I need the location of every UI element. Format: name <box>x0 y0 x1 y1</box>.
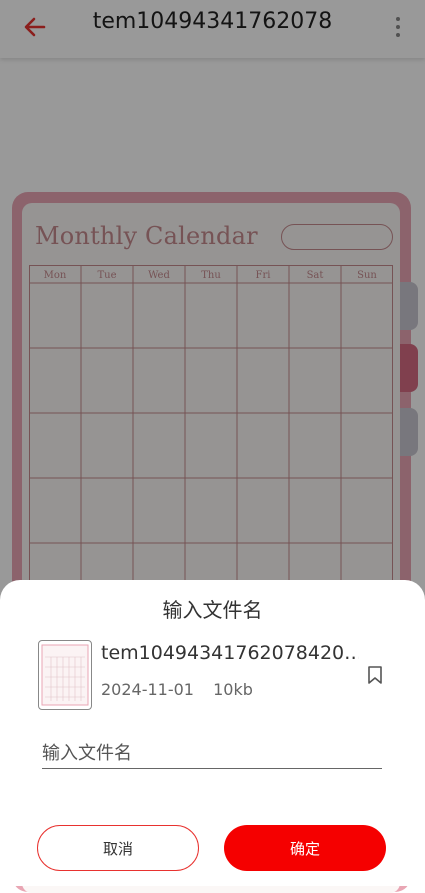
dialog-title: 输入文件名 <box>162 598 263 622</box>
bookmark-icon[interactable] <box>367 665 383 685</box>
rename-dialog: 输入文件名 tem10494341762078420… 2024-11-01 1… <box>0 580 425 886</box>
cancel-button[interactable]: 取消 <box>37 825 199 871</box>
confirm-button[interactable]: 确定 <box>224 825 386 871</box>
file-thumbnail <box>38 640 92 710</box>
file-size: 10kb <box>213 680 253 699</box>
file-name-input[interactable] <box>42 738 382 769</box>
calendar-thumbnail-icon <box>41 644 89 706</box>
file-meta: 2024-11-01 10kb <box>101 680 267 699</box>
file-name: tem10494341762078420… <box>101 642 359 664</box>
file-date: 2024-11-01 <box>101 680 194 699</box>
